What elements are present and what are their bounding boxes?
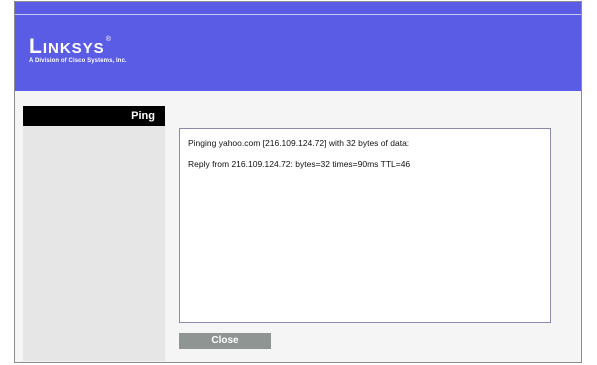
output-line-pinging: Pinging yahoo.com [216.109.124.72] with … xyxy=(188,138,410,148)
close-button[interactable]: Close xyxy=(179,333,271,349)
header-divider xyxy=(15,14,581,15)
sidebar-section-title: Ping xyxy=(23,106,165,126)
output-line-reply: Reply from 216.109.124.72: bytes=32 time… xyxy=(188,159,411,169)
logo-tagline: A Division of Cisco Systems, Inc. xyxy=(29,58,127,64)
linksys-logo: Linksys® A Division of Cisco Systems, In… xyxy=(29,35,127,65)
ping-output-box: Pinging yahoo.com [216.109.124.72] with … xyxy=(179,128,551,323)
ping-window: Linksys® A Division of Cisco Systems, In… xyxy=(14,1,582,363)
registered-mark: ® xyxy=(105,36,111,43)
sidebar: Ping xyxy=(23,106,165,361)
header-banner: Linksys® A Division of Cisco Systems, In… xyxy=(15,2,581,91)
logo-wordmark: Linksys xyxy=(29,35,105,58)
